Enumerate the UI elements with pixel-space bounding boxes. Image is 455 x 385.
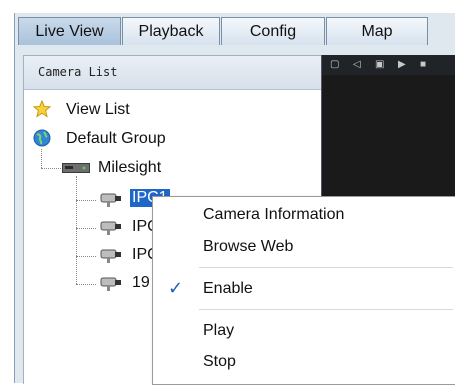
tree-connector xyxy=(76,200,96,201)
video-toolbar: ▢ ◁ ▣ ▶ ■ xyxy=(322,55,455,75)
panel-title: Camera List xyxy=(38,65,118,79)
menu-item-stop[interactable]: Stop xyxy=(153,347,455,377)
menu-item-enable[interactable]: ✓ Enable xyxy=(153,274,455,304)
menu-item-label: Stop xyxy=(203,353,236,370)
next-frame-icon[interactable]: ▶ xyxy=(398,59,406,71)
audio-icon[interactable]: ◁ xyxy=(353,59,361,71)
menu-separator xyxy=(199,309,453,310)
tree-connector xyxy=(76,256,96,257)
menu-item-label: Enable xyxy=(203,280,253,297)
tree-connector xyxy=(76,228,96,229)
panel-header: Camera List xyxy=(24,56,321,90)
tree-connector xyxy=(76,176,77,284)
menu-item-camera-information[interactable]: Camera Information xyxy=(153,200,455,230)
camera-icon xyxy=(100,221,121,235)
tree-connector xyxy=(41,168,61,169)
tree-connector xyxy=(76,284,96,285)
tab-config[interactable]: Config xyxy=(221,17,325,45)
tab-map[interactable]: Map xyxy=(326,17,428,45)
context-menu: Camera Information Browse Web ✓ Enable P… xyxy=(152,196,455,385)
menu-separator xyxy=(199,267,453,268)
menu-item-browse-web[interactable]: Browse Web xyxy=(153,232,455,262)
star-icon xyxy=(33,100,51,118)
camera-item[interactable]: 19 xyxy=(132,274,150,292)
menu-item-play[interactable]: Play xyxy=(153,316,455,346)
menu-item-label: Play xyxy=(203,322,235,339)
record-icon[interactable]: ▢ xyxy=(330,59,339,71)
menu-item-label: Browse Web xyxy=(203,238,294,255)
menu-item-label: Camera Information xyxy=(203,206,345,223)
tree-nvr-milesight[interactable]: Milesight xyxy=(98,159,161,177)
camera-icon xyxy=(100,249,121,263)
nvr-icon xyxy=(62,163,90,173)
camera-icon xyxy=(100,277,121,291)
tree-connector xyxy=(41,149,42,168)
tree-view-list[interactable]: View List xyxy=(66,101,130,119)
globe-icon xyxy=(33,129,51,147)
stop-icon[interactable]: ■ xyxy=(420,59,426,71)
snapshot-icon[interactable]: ▣ xyxy=(375,59,384,71)
camera-icon xyxy=(100,193,121,207)
checkmark-icon: ✓ xyxy=(168,278,184,298)
tab-playback[interactable]: Playback xyxy=(122,17,220,45)
tab-live-view[interactable]: Live View xyxy=(18,17,121,45)
tree-default-group[interactable]: Default Group xyxy=(66,130,166,148)
